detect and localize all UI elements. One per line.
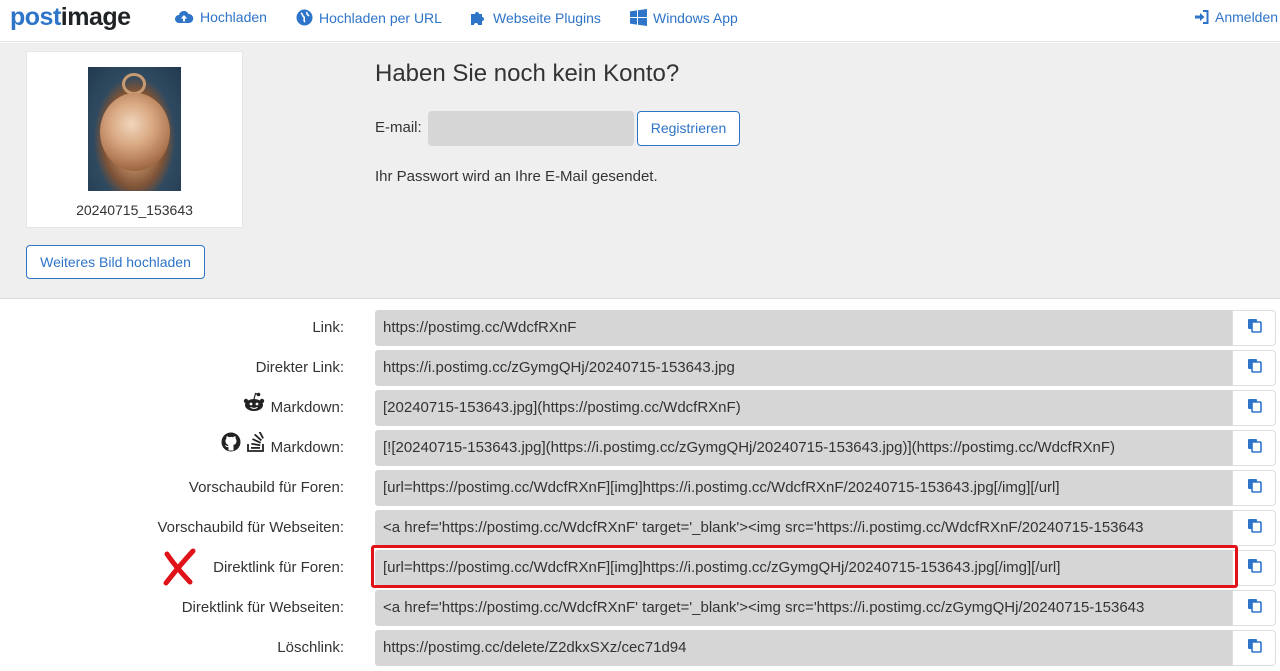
direct-link-field[interactable]: https://i.postimg.cc/zGymgQHj/20240715-1… [375,350,1232,386]
copy-icon [1247,318,1262,338]
top-navbar: post image Hochladen Hochladen per URL We… [0,0,1280,42]
markdown-reddit-row: Markdown: [20240715-153643.jpg](https://… [0,390,1280,426]
website-directlink-label-text: Direktlink für Webseiten: [181,599,344,616]
link-label: Link: [312,310,344,346]
email-label: E-mail: [375,119,422,136]
forum-directlink-label: Direktlink für Foren: [213,550,344,586]
copy-icon [1247,558,1262,578]
nav-login-label: Anmelden [1215,9,1279,25]
nav-upload-label: Hochladen [200,9,267,25]
copy-button[interactable] [1232,430,1276,466]
forum-thumbnail-label-text: Vorschaubild für Foren: [188,479,344,496]
forum-directlink-label-text: Direktlink für Foren: [213,559,344,576]
password-note: Ihr Passwort wird an Ihre E-Mail gesende… [375,168,658,185]
image-filename: 20240715_153643 [76,202,193,218]
email-field[interactable] [428,111,634,146]
postimage-logo[interactable]: post image [10,3,131,32]
nav-windows-app-label: Windows App [653,9,738,26]
nav-upload-url[interactable]: Hochladen per URL [296,9,442,26]
upload-summary-panel: 20240715_153643 Weiteres Bild hochladen … [0,43,1280,299]
nav-plugins[interactable]: Webseite Plugins [470,9,601,26]
nav-login[interactable]: Anmelden [1195,9,1278,25]
nav-upload[interactable]: Hochladen [174,9,267,25]
uploaded-image-thumbnail[interactable] [88,67,181,191]
cloud-upload-icon [174,9,194,25]
puzzle-icon [470,9,487,26]
forum-thumbnail-row: Vorschaubild für Foren: [url=https://pos… [0,470,1280,506]
copy-icon [1247,438,1262,458]
image-thumbnail-card: 20240715_153643 [26,51,243,228]
sign-in-icon [1195,10,1209,24]
website-thumbnail-label: Vorschaubild für Webseiten: [158,510,345,546]
delete-link-field[interactable]: https://postimg.cc/delete/Z2dkxSXz/cec71… [375,630,1232,666]
copy-icon [1247,638,1262,658]
website-directlink-label: Direktlink für Webseiten: [182,590,344,626]
stackoverflow-icon [246,430,265,466]
direct-link-label-text: Direkter Link: [255,359,344,376]
copy-button[interactable] [1232,470,1276,506]
direct-link-label: Direkter Link: [256,350,344,386]
website-thumbnail-row: Vorschaubild für Webseiten: <a href='htt… [0,510,1280,546]
link-row: Link: https://postimg.cc/WdcfRXnF [0,310,1280,346]
copy-button[interactable] [1232,550,1276,586]
copy-icon [1247,518,1262,538]
direct-link-row: Direkter Link: https://i.postimg.cc/zGym… [0,350,1280,386]
link-field[interactable]: https://postimg.cc/WdcfRXnF [375,310,1232,346]
markdown-reddit-label-text: Markdown: [270,399,344,416]
copy-button[interactable] [1232,390,1276,426]
globe-icon [296,9,313,26]
delete-link-label: Löschlink: [277,630,344,666]
nav-upload-url-label: Hochladen per URL [319,9,442,26]
website-directlink-row: Direktlink für Webseiten: <a href='https… [0,590,1280,626]
copy-icon [1247,398,1262,418]
website-directlink-field[interactable]: <a href='https://postimg.cc/WdcfRXnF' ta… [375,590,1232,626]
copy-button[interactable] [1232,310,1276,346]
markdown-github-label: Markdown: [221,430,344,466]
red-x-mark-icon [163,548,197,591]
copy-icon [1247,598,1262,618]
forum-thumbnail-label: Vorschaubild für Foren: [189,470,344,506]
upload-more-button[interactable]: Weiteres Bild hochladen [26,245,205,279]
copy-button[interactable] [1232,350,1276,386]
forum-directlink-field[interactable]: [url=https://postimg.cc/WdcfRXnF][img]ht… [375,550,1232,586]
forum-thumbnail-field[interactable]: [url=https://postimg.cc/WdcfRXnF][img]ht… [375,470,1232,506]
copy-button[interactable] [1232,630,1276,666]
website-thumbnail-field[interactable]: <a href='https://postimg.cc/WdcfRXnF' ta… [375,510,1232,546]
copy-icon [1247,358,1262,378]
nav-plugins-label: Webseite Plugins [493,9,601,26]
github-icon [221,430,241,466]
reddit-icon [243,390,265,426]
link-label-text: Link: [312,319,344,336]
pocket-watch-case [100,93,170,171]
markdown-github-label-text: Markdown: [270,439,344,456]
logo-text-image: image [60,3,131,31]
website-thumbnail-label-text: Vorschaubild für Webseiten: [157,519,345,536]
pocket-watch-ring [122,73,146,95]
windows-icon [630,9,647,26]
copy-button[interactable] [1232,590,1276,626]
markdown-reddit-label: Markdown: [243,390,344,426]
delete-link-label-text: Löschlink: [277,639,344,656]
copy-icon [1247,478,1262,498]
markdown-github-row: Markdown: [![20240715-153643.jpg](https:… [0,430,1280,466]
register-button[interactable]: Registrieren [637,111,740,146]
markdown-reddit-field[interactable]: [20240715-153643.jpg](https://postimg.cc… [375,390,1232,426]
copy-button[interactable] [1232,510,1276,546]
delete-link-row: Löschlink: https://postimg.cc/delete/Z2d… [0,630,1280,666]
register-title: Haben Sie noch kein Konto? [375,60,680,87]
nav-windows-app[interactable]: Windows App [630,9,738,26]
logo-text-post: post [10,3,61,31]
markdown-github-field[interactable]: [![20240715-153643.jpg](https://i.postim… [375,430,1232,466]
